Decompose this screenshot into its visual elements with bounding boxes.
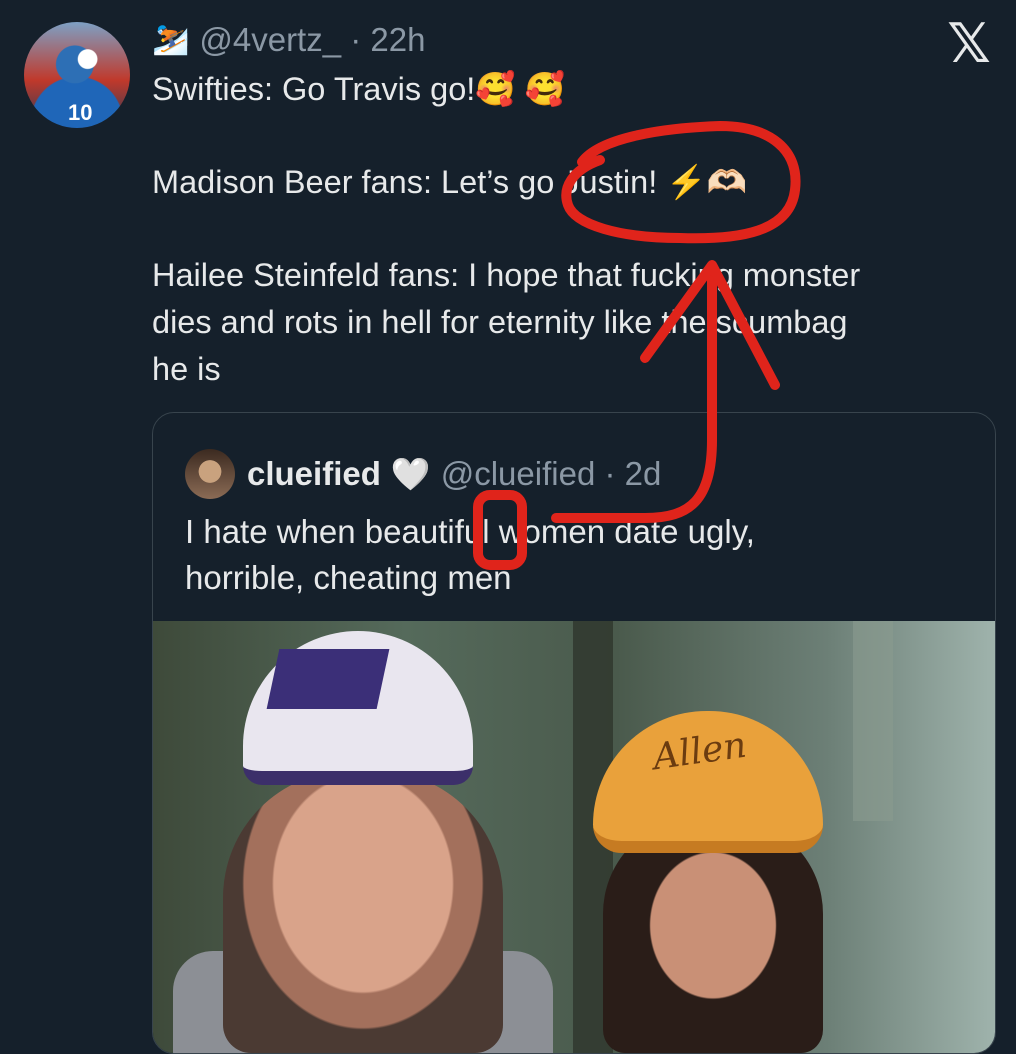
quoted-line: horrible, cheating men [185,559,512,596]
tweet-header: ⛷️ @4vertz_ · 22h [152,18,425,62]
man-face [223,771,503,1053]
cap-logo [266,649,390,709]
quoted-author-name[interactable]: clueified [247,455,381,493]
tweet-text: Swifties: Go Travis go!🥰 🥰 Madison Beer … [152,66,992,393]
x-logo-icon[interactable]: 𝕏 [940,17,998,71]
quoted-photo[interactable]: Allen [153,621,995,1053]
woman-face [603,821,823,1053]
quoted-tweet-header: clueified 🤍 @clueified · 2d [247,445,661,503]
quoted-tweet[interactable]: clueified 🤍 @clueified · 2d I hate when … [152,412,996,1054]
photo-background-pillar [853,621,893,821]
author-avatar[interactable]: 10 [24,22,130,128]
tweet-line: dies and rots in hell for eternity like … [152,304,848,340]
quoted-author-avatar[interactable] [185,449,235,499]
white-heart-icon: 🤍 [390,456,431,492]
avatar-jersey-number: 10 [68,100,93,125]
quoted-line: I hate when beautiful women date ugly, [185,513,755,550]
tweet-line: Madison Beer fans: Let’s go Justin! ⚡️🫶🏻 [152,164,748,200]
quoted-tweet-text: I hate when beautiful women date ugly, h… [185,509,965,601]
tweet-line: he is [152,351,221,387]
quoted-author-handle[interactable]: @clueified · 2d [441,455,662,493]
tweet-line: Swifties: Go Travis go!🥰 🥰 [152,71,566,107]
tweet-line: Hailee Steinfeld fans: I hope that fucki… [152,257,861,293]
author-handle[interactable]: @4vertz_ · 22h [199,21,425,59]
skier-emoji-icon: ⛷️ [152,23,190,56]
